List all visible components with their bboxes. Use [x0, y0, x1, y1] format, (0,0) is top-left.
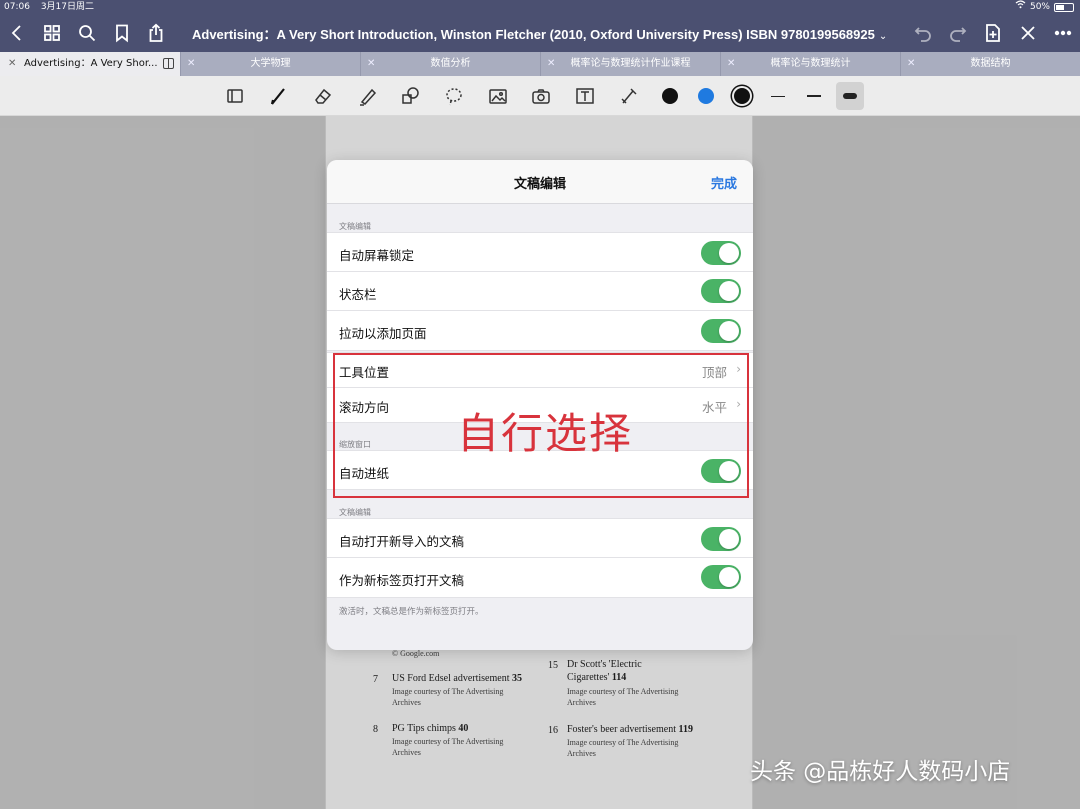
auto-open-imported-toggle[interactable]: [701, 527, 741, 551]
tab-close-icon[interactable]: ✕: [547, 52, 555, 76]
open-as-new-tab-toggle[interactable]: [701, 565, 741, 589]
text-icon[interactable]: [572, 83, 598, 109]
document-title[interactable]: Advertising：A Very Short Introduction, W…: [192, 24, 887, 43]
tab-label: Advertising：A Very Shor...: [24, 58, 158, 69]
row-auto-lock: 自动屏幕锁定: [327, 232, 753, 272]
tab-label: 数据结构: [970, 58, 1011, 69]
status-time: 07:06: [4, 2, 30, 12]
row-label: 自动打开新导入的文稿: [339, 534, 465, 549]
tab-advertising[interactable]: ✕ Advertising：A Very Shor...: [0, 52, 180, 76]
row-status-bar: 状态栏: [327, 272, 753, 311]
tab-label: 概率论与数理统计: [770, 58, 851, 69]
search-icon[interactable]: [74, 20, 100, 46]
stroke-medium-option[interactable]: [807, 95, 821, 97]
more-icon[interactable]: [1050, 20, 1076, 46]
highlighter-icon[interactable]: [354, 83, 380, 109]
wifi-icon: [1015, 0, 1026, 14]
back-icon[interactable]: [4, 20, 30, 46]
bookmark-icon[interactable]: [109, 20, 135, 46]
redo-icon[interactable]: [945, 20, 971, 46]
section-label-editing-2: 文稿编辑: [339, 508, 371, 517]
undo-icon[interactable]: [910, 20, 936, 46]
row-label: 拉动以添加页面: [339, 326, 427, 341]
row-label: 状态栏: [339, 287, 377, 302]
tab-close-icon[interactable]: ✕: [367, 52, 375, 76]
share-icon[interactable]: [143, 20, 169, 46]
battery-percent: 50%: [1029, 2, 1050, 12]
add-page-icon[interactable]: [980, 20, 1006, 46]
tab-physics[interactable]: ✕ 大学物理: [180, 52, 360, 76]
laser-pointer-icon[interactable]: [616, 83, 642, 109]
stroke-thin-option[interactable]: [771, 96, 785, 97]
nav-bar: Advertising：A Very Short Introduction, W…: [0, 14, 1080, 52]
row-label: 作为新标签页打开文稿: [339, 573, 465, 588]
tab-probability-homework[interactable]: ✕ 概率论与数理统计作业课程: [540, 52, 720, 76]
grid-icon[interactable]: [39, 20, 65, 46]
modal-header: 文稿编辑 完成: [327, 160, 753, 204]
stroke-thick-option[interactable]: [836, 82, 864, 110]
document-title-text: Advertising：A Very Short Introduction, W…: [192, 27, 875, 42]
read-mode-icon[interactable]: [222, 83, 248, 109]
watermark: 头条 @品栋好人数码小店: [750, 759, 1011, 785]
pen-icon[interactable]: [266, 83, 292, 109]
done-button[interactable]: 完成: [711, 173, 737, 192]
footer-note: 激活时，文稿总是作为新标签页打开。: [339, 607, 484, 617]
split-view-icon[interactable]: [163, 58, 174, 69]
camera-icon[interactable]: [528, 83, 554, 109]
pull-add-page-toggle[interactable]: [701, 319, 741, 343]
shapes-icon[interactable]: [397, 83, 423, 109]
image-icon[interactable]: [485, 83, 511, 109]
battery-icon: [1054, 2, 1074, 12]
drawing-toolbar: [0, 76, 1080, 116]
tab-probability[interactable]: ✕ 概率论与数理统计: [720, 52, 900, 76]
lasso-icon[interactable]: [441, 83, 467, 109]
tab-data-structures[interactable]: ✕ 数据结构: [900, 52, 1080, 76]
title-chevron-icon: ⌄: [878, 31, 888, 42]
section-label-editing: 文稿编辑: [339, 222, 371, 231]
tab-close-icon[interactable]: ✕: [907, 52, 915, 76]
tab-label: 大学物理: [250, 58, 291, 69]
modal-title: 文稿编辑: [513, 177, 566, 192]
row-label: 自动屏幕锁定: [339, 248, 415, 263]
row-open-as-new-tab: 作为新标签页打开文稿: [327, 558, 753, 598]
annotation-text: 自行选择: [457, 409, 634, 458]
status-bar: 07:06 3月17日周二 50%: [0, 0, 1080, 14]
status-date: 3月17日周二: [40, 2, 94, 12]
auto-lock-toggle[interactable]: [701, 241, 741, 265]
color-black-selected-swatch[interactable]: [734, 88, 750, 104]
eraser-icon[interactable]: [310, 83, 336, 109]
tab-label: 概率论与数理统计作业课程: [570, 58, 691, 69]
close-icon[interactable]: [1015, 20, 1041, 46]
tab-bar: ✕ Advertising：A Very Shor... ✕ 大学物理 ✕ 数值…: [0, 52, 1080, 76]
tab-numerical-analysis[interactable]: ✕ 数值分析: [360, 52, 540, 76]
tab-close-icon[interactable]: ✕: [187, 52, 195, 76]
color-blue-swatch[interactable]: [698, 88, 714, 104]
row-pull-add-page: 拉动以添加页面: [327, 311, 753, 351]
status-bar-toggle[interactable]: [701, 279, 741, 303]
row-auto-open-imported: 自动打开新导入的文稿: [327, 518, 753, 558]
color-black-swatch[interactable]: [662, 88, 678, 104]
tab-label: 数值分析: [430, 58, 471, 69]
tab-close-icon[interactable]: ✕: [727, 52, 735, 76]
tab-close-icon[interactable]: ✕: [8, 52, 16, 76]
